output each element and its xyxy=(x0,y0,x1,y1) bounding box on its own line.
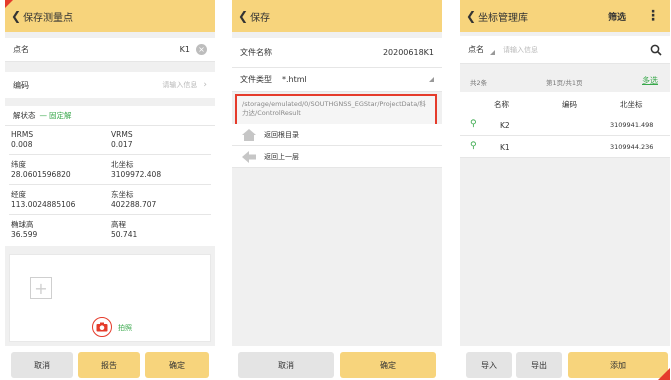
row-north: 3109941.498 xyxy=(610,121,654,129)
save-file-screen: ❮ 保存 文件名称 20200618K1 文件类型 *.html /storag… xyxy=(232,0,442,380)
header: ❮ 保存 xyxy=(232,0,442,32)
dropdown-icon xyxy=(429,77,434,82)
vrms-label: VRMS xyxy=(111,130,133,139)
chevron-left-icon[interactable]: ❮ xyxy=(11,9,21,23)
vrms-value: 0.017 xyxy=(111,140,133,149)
filetype-select[interactable]: *.html xyxy=(282,75,307,84)
column-header-name: 名称 xyxy=(494,100,509,109)
home-icon xyxy=(242,128,256,141)
code-label: 编码 xyxy=(13,80,29,90)
longitude-label: 经度 xyxy=(11,190,26,199)
divider xyxy=(9,154,211,155)
table-row[interactable]: ⚲ K1 3109944.236 xyxy=(460,136,670,158)
filetype-label: 文件类型 xyxy=(240,75,272,84)
north-label: 北坐标 xyxy=(111,160,134,169)
filetype-field[interactable]: 文件类型 *.html xyxy=(232,68,442,92)
corner-marker xyxy=(5,0,13,8)
photo-label[interactable]: 拍照 xyxy=(118,323,132,333)
more-vertical-icon[interactable]: ⋮ xyxy=(646,8,660,24)
code-field[interactable]: 编码 请输入信息 › xyxy=(5,72,215,98)
page-title: 保存 xyxy=(250,12,271,24)
column-header-code: 编码 xyxy=(562,100,577,109)
column-header-north: 北坐标 xyxy=(620,100,643,109)
point-name-value: K1 xyxy=(179,45,190,54)
chevron-left-icon[interactable]: ❮ xyxy=(466,9,476,23)
total-count: 共2条 xyxy=(470,79,488,87)
cancel-button[interactable]: 取消 xyxy=(11,352,73,378)
multi-select-button[interactable]: 多选 xyxy=(642,75,658,86)
chevron-left-icon[interactable]: ❮ xyxy=(238,9,248,23)
confirm-button[interactable]: 确定 xyxy=(145,352,209,378)
plus-icon[interactable]: + xyxy=(30,277,52,299)
status-label: 解状态 xyxy=(13,111,36,120)
table-header: 名称 编码 北坐标 xyxy=(460,92,670,114)
hrms-value: 0.008 xyxy=(11,140,33,149)
nav-up-label: 返回上一层 xyxy=(264,152,299,161)
corner-marker xyxy=(658,368,670,380)
pagination-bar: 共2条 第1页/共1页 多选 xyxy=(460,72,670,90)
chevron-right-icon: › xyxy=(203,80,207,90)
photo-area: + 拍照 xyxy=(9,254,211,342)
point-name-label: 点名 xyxy=(13,45,29,54)
latitude-value: 28.0601596820 xyxy=(11,170,71,179)
code-input[interactable]: 请输入信息 xyxy=(162,80,197,90)
save-point-screen: ❮ 保存测量点 点名 K1 × 编码 请输入信息 › 解状态 — 固定解 HRM… xyxy=(5,0,215,380)
status-value: 固定解 xyxy=(49,111,72,120)
header: ❮ 保存测量点 xyxy=(5,0,215,32)
elevation-label: 高程 xyxy=(111,220,126,229)
latitude-label: 纬度 xyxy=(11,160,26,169)
search-bar: 点名 请输入信息 xyxy=(460,36,670,64)
ellipsoid-height-label: 椭球高 xyxy=(11,220,34,229)
measurement-grid: HRMS 0.008 VRMS 0.017 纬度 28.0601596820 北… xyxy=(5,126,215,246)
search-icon[interactable] xyxy=(650,44,662,56)
confirm-button[interactable]: 确定 xyxy=(340,352,436,378)
pin-icon: ⚲ xyxy=(470,141,477,151)
row-north: 3109944.236 xyxy=(610,143,654,151)
search-input[interactable]: 请输入信息 xyxy=(503,45,538,55)
add-button[interactable]: 添加 xyxy=(568,352,668,378)
pin-icon: ⚲ xyxy=(470,119,477,129)
report-button[interactable]: 报告 xyxy=(78,352,140,378)
hrms-label: HRMS xyxy=(11,130,34,139)
divider xyxy=(9,184,211,185)
page-info: 第1页/共1页 xyxy=(546,79,583,87)
row-name: K2 xyxy=(500,121,510,130)
nav-up-row[interactable]: 返回上一层 xyxy=(232,146,442,168)
east-value: 402288.707 xyxy=(111,200,157,209)
ellipsoid-height-value: 36.599 xyxy=(11,230,38,239)
nav-root-label: 返回根目录 xyxy=(264,130,299,139)
clear-icon[interactable]: × xyxy=(196,44,207,55)
file-path: /storage/emulated/0/SOUTHGNSS_EGStar/Pro… xyxy=(235,94,437,128)
cancel-button[interactable]: 取消 xyxy=(238,352,334,378)
dropdown-icon xyxy=(490,50,495,55)
east-label: 东坐标 xyxy=(111,190,134,199)
camera-icon[interactable] xyxy=(92,317,112,337)
filename-field[interactable]: 文件名称 20200618K1 xyxy=(232,38,442,68)
back-arrow-icon xyxy=(242,150,256,163)
divider xyxy=(9,214,211,215)
page-title: 坐标管理库 xyxy=(478,12,529,24)
row-name: K1 xyxy=(500,143,510,152)
search-field-select[interactable]: 点名 xyxy=(468,44,484,55)
coordinate-library-screen: ❮ 坐标管理库 筛选 ⋮ 点名 请输入信息 共2条 第1页/共1页 多选 名称 … xyxy=(460,0,670,380)
filename-label: 文件名称 xyxy=(240,48,272,57)
nav-root-row[interactable]: 返回根目录 xyxy=(232,124,442,146)
filter-button[interactable]: 筛选 xyxy=(608,10,626,23)
longitude-value: 113.0024885106 xyxy=(11,200,76,209)
filename-input[interactable]: 20200618K1 xyxy=(383,48,434,57)
table-row[interactable]: ⚲ K2 3109941.498 xyxy=(460,114,670,136)
elevation-value: 50.741 xyxy=(111,230,138,239)
status-dash: — xyxy=(39,111,48,120)
header: ❮ 坐标管理库 筛选 ⋮ xyxy=(460,0,670,32)
north-value: 3109972.408 xyxy=(111,170,162,179)
page-title: 保存测量点 xyxy=(23,12,74,24)
import-button[interactable]: 导入 xyxy=(466,352,512,378)
solution-status: 解状态 — 固定解 xyxy=(5,106,215,126)
point-name-field[interactable]: 点名 K1 × xyxy=(5,38,215,62)
export-button[interactable]: 导出 xyxy=(516,352,562,378)
